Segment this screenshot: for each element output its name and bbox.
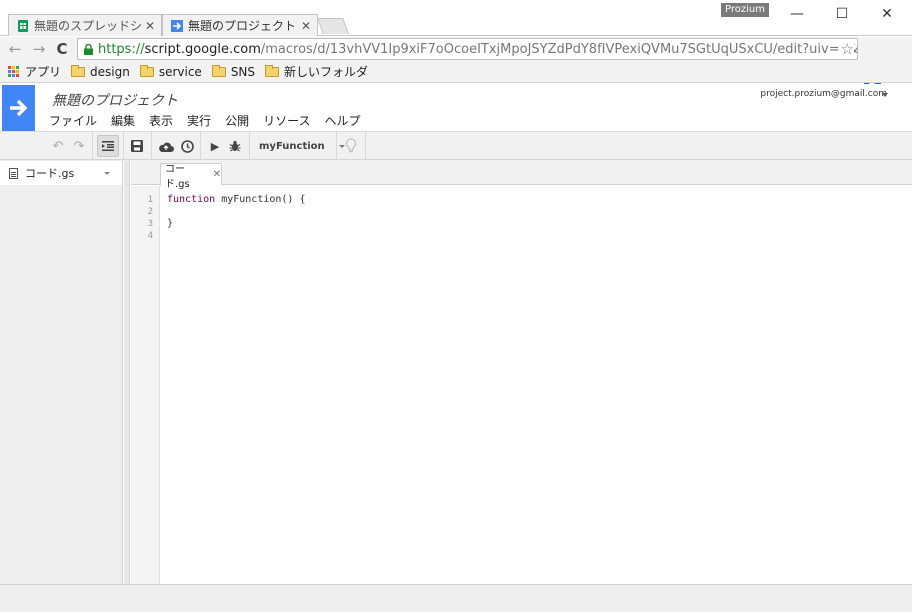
status-bar — [0, 584, 912, 612]
editor-tab[interactable]: コード.gs ✕ — [160, 163, 222, 190]
menu-bar: ファイル 編集 表示 実行 公開 リソース ヘルプ — [49, 112, 375, 129]
tab-title: 無題のスプレッドシート — [34, 19, 141, 33]
menu-resources[interactable]: リソース — [263, 112, 310, 129]
menu-help[interactable]: ヘルプ — [324, 112, 360, 129]
debug-bug-icon[interactable] — [227, 135, 243, 157]
tab-spreadsheet[interactable]: 無題のスプレッドシート ✕ — [8, 14, 162, 36]
panel-splitter[interactable] — [124, 160, 130, 584]
line-number: 4 — [147, 231, 153, 241]
file-panel: コード.gs — [0, 160, 123, 584]
line-number: 2 — [147, 207, 153, 217]
browser-toolbar: ← → C https://script.google.com/macros/d… — [0, 37, 912, 94]
account-dropdown-icon[interactable] — [882, 93, 888, 97]
bookmark-sns[interactable]: SNS — [211, 64, 255, 79]
undo-icon[interactable]: ↶ — [50, 135, 66, 157]
bookmark-apps[interactable]: アプリ — [8, 63, 61, 80]
toolbar-divider — [249, 132, 250, 160]
close-tab-icon[interactable]: ✕ — [145, 19, 155, 33]
bookmarks-bar: アプリ design service SNS 新しいフォルダ — [0, 61, 912, 83]
code-editor[interactable]: function myFunction() { } — [167, 194, 907, 242]
window-close-icon[interactable]: ✕ — [877, 6, 897, 24]
apps-grid-icon — [8, 65, 20, 78]
run-icon[interactable]: ▶ — [207, 135, 223, 157]
editor-toolbar: ↶ ↷ ▶ myFunction — [0, 131, 912, 160]
forward-arrow-icon[interactable]: → — [30, 39, 48, 59]
chevron-down-icon[interactable] — [104, 172, 110, 175]
lock-icon — [84, 43, 93, 55]
new-tab-button[interactable] — [317, 18, 349, 34]
editor-tab-bar — [131, 160, 912, 185]
tab-project[interactable]: 無題のプロジェクト ✕ — [162, 14, 318, 36]
toolbar-divider — [336, 132, 337, 160]
profile-badge[interactable]: Prozium — [721, 3, 769, 17]
bookmark-design[interactable]: design — [71, 64, 130, 79]
apps-script-icon — [171, 19, 183, 32]
line-number: 3 — [147, 219, 153, 229]
tab-title: 無題のプロジェクト — [188, 19, 297, 33]
toolbar-divider — [151, 132, 152, 160]
bookmark-new-folder[interactable]: 新しいフォルダ — [265, 63, 368, 80]
toolbar-divider — [92, 132, 93, 160]
maximize-icon[interactable]: ☐ — [832, 6, 852, 24]
clock-icon[interactable] — [178, 135, 196, 157]
minimize-icon[interactable]: — — [787, 6, 807, 24]
menu-file[interactable]: ファイル — [49, 112, 97, 129]
close-tab-icon[interactable]: ✕ — [301, 19, 311, 33]
bookmark-star-icon[interactable]: ☆ — [838, 40, 854, 58]
file-item[interactable]: コード.gs — [0, 161, 122, 185]
code-line: } — [167, 218, 174, 229]
toolbar-divider — [200, 132, 201, 160]
document-icon — [9, 167, 18, 179]
code-line: function myFunction() { — [167, 194, 306, 205]
sheets-icon — [17, 19, 29, 32]
menu-publish[interactable]: 公開 — [225, 112, 249, 129]
line-number: 1 — [147, 195, 153, 205]
menu-edit[interactable]: 編集 — [111, 112, 135, 129]
toolbar-divider — [365, 132, 366, 160]
folder-icon — [211, 64, 226, 77]
account-email[interactable]: project.prozium@gmail.com — [760, 89, 887, 99]
cloud-upload-icon[interactable] — [157, 135, 175, 157]
url-text: https://script.google.com/macros/d/13vhV… — [98, 41, 857, 57]
address-bar[interactable]: https://script.google.com/macros/d/13vhV… — [77, 38, 858, 60]
project-title[interactable]: 無題のプロジェクト — [52, 90, 178, 110]
menu-run[interactable]: 実行 — [187, 112, 211, 129]
apps-script-logo[interactable] — [2, 85, 35, 131]
browser-tab-strip: 無題のスプレッドシート ✕ 無題のプロジェクト ✕ Prozium — ☐ ✕ — [0, 0, 912, 36]
toolbar-divider — [123, 132, 124, 160]
menu-view[interactable]: 表示 — [149, 112, 173, 129]
redo-icon[interactable]: ↷ — [71, 135, 87, 157]
save-icon[interactable] — [128, 135, 146, 157]
folder-icon — [71, 64, 86, 77]
bookmark-service[interactable]: service — [139, 64, 202, 79]
indent-icon[interactable] — [97, 135, 119, 157]
close-icon[interactable]: ✕ — [213, 169, 221, 180]
folder-icon — [139, 64, 154, 77]
file-name: コード.gs — [25, 167, 75, 180]
function-select[interactable]: myFunction — [255, 135, 345, 157]
folder-icon — [265, 64, 280, 77]
lightbulb-icon[interactable] — [342, 135, 360, 157]
line-number-gutter: 1 2 3 4 — [131, 186, 160, 584]
reload-icon[interactable]: C — [53, 39, 71, 59]
back-arrow-icon[interactable]: ← — [6, 39, 24, 59]
